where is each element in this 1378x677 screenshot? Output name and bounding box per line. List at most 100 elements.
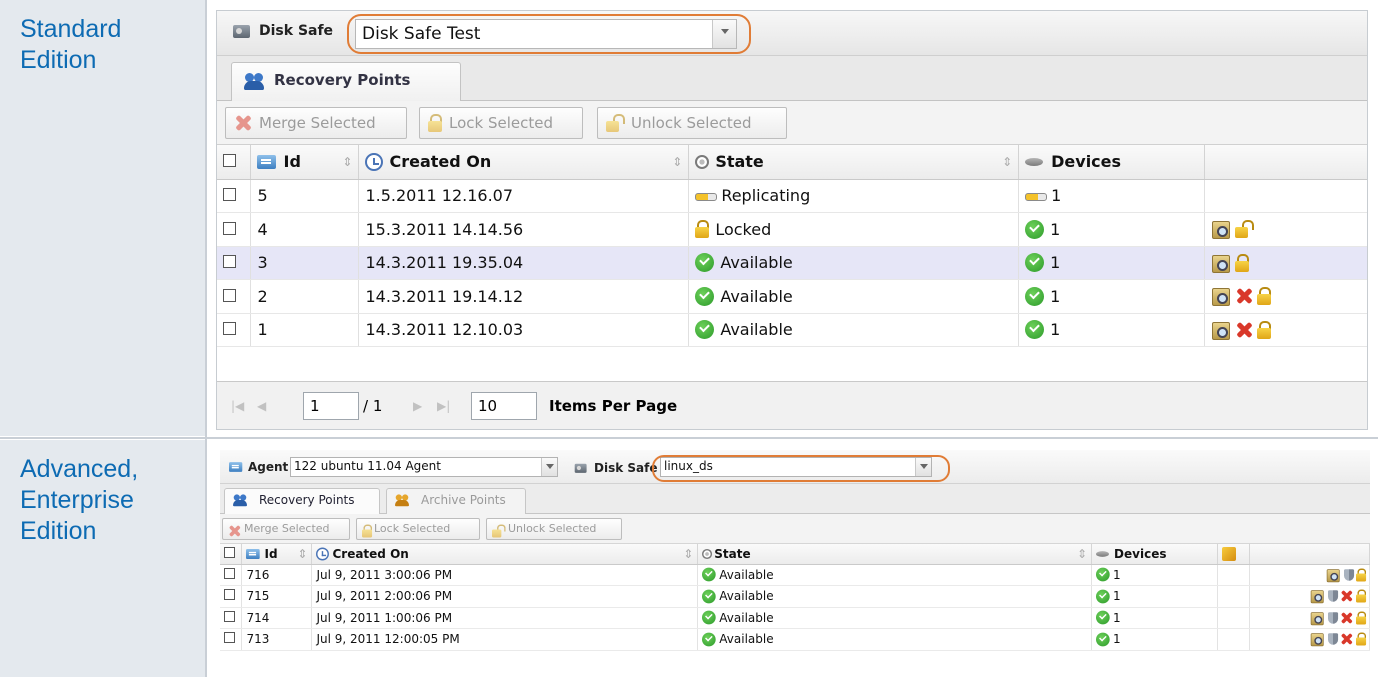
shield-icon[interactable]: [1328, 611, 1339, 624]
unlock-selected-button[interactable]: Unlock Selected: [486, 518, 622, 540]
id-column-header[interactable]: Id ⇕: [241, 544, 313, 565]
browse-icon[interactable]: [1211, 219, 1231, 240]
created-column-header[interactable]: Created On ⇕: [311, 544, 699, 565]
tab-recovery-points[interactable]: Recovery Points: [224, 488, 380, 514]
devices-value: 1: [1113, 610, 1121, 625]
browse-icon[interactable]: [1310, 589, 1324, 604]
state-column-header[interactable]: State ⇕: [697, 544, 1093, 565]
lock-icon[interactable]: [1257, 287, 1272, 306]
row-checkbox[interactable]: [223, 288, 236, 302]
shield-icon[interactable]: [1328, 633, 1339, 646]
row-checkbox-cell[interactable]: [220, 628, 243, 651]
lock-icon[interactable]: [1356, 568, 1367, 582]
devices-column-header[interactable]: Devices: [1018, 145, 1206, 180]
devices-column-header[interactable]: Devices: [1091, 544, 1218, 565]
id-column-header[interactable]: Id ⇕: [250, 145, 360, 180]
select-all-checkbox[interactable]: [224, 546, 235, 558]
row-checkbox-cell[interactable]: [217, 279, 252, 314]
page-number-input[interactable]: 1: [303, 392, 359, 420]
id-cell: 3: [250, 246, 360, 280]
state-column-header[interactable]: State ⇕: [688, 145, 1020, 180]
delete-icon[interactable]: [1340, 633, 1353, 646]
created-cell: Jul 9, 2011 12:00:05 PM: [311, 628, 699, 651]
delete-icon[interactable]: [1340, 611, 1353, 624]
id-value: 715: [246, 589, 270, 604]
tab-archive-points[interactable]: Archive Points: [386, 488, 526, 514]
lock-icon[interactable]: [1356, 589, 1367, 603]
row-checkbox-cell[interactable]: [217, 212, 252, 247]
merge-selected-button[interactable]: Merge Selected: [222, 518, 350, 540]
shield-icon[interactable]: [1344, 568, 1355, 581]
merge-selected-button[interactable]: Merge Selected: [225, 107, 407, 139]
sort-icon: ⇕: [1076, 546, 1088, 561]
created-value: 14.3.2011 19.35.04: [365, 253, 524, 273]
row-checkbox[interactable]: [224, 589, 235, 601]
row-checkbox[interactable]: [224, 610, 235, 622]
row-divider: [0, 437, 1378, 439]
lock-icon[interactable]: [1356, 632, 1367, 646]
row-checkbox-cell[interactable]: [220, 607, 243, 629]
select-all-header[interactable]: [217, 145, 252, 180]
items-per-page-input[interactable]: 10: [471, 392, 537, 420]
select-all-header[interactable]: [220, 544, 243, 565]
table-row[interactable]: 2 14.3.2011 19.14.12 Available 1: [217, 279, 1367, 314]
row-checkbox-cell[interactable]: [220, 564, 243, 586]
first-page-icon[interactable]: |◀: [231, 399, 244, 413]
browse-icon[interactable]: [1326, 568, 1340, 582]
row-checkbox-cell[interactable]: [217, 246, 252, 280]
lock-icon[interactable]: [1235, 253, 1250, 272]
state-cell: Replicating: [688, 179, 1020, 213]
delete-icon[interactable]: [1235, 287, 1253, 305]
created-cell: Jul 9, 2011 1:00:06 PM: [311, 607, 699, 629]
delete-icon[interactable]: [1235, 321, 1253, 339]
devices-value: 1: [1050, 253, 1061, 273]
state-cell: Available: [697, 564, 1093, 586]
agent-label-text: Agent: [248, 460, 289, 474]
table-row[interactable]: 714 Jul 9, 2011 1:00:06 PM Available 1: [220, 607, 1371, 629]
unlock-icon[interactable]: [1235, 220, 1255, 239]
lock-icon[interactable]: [1257, 320, 1272, 339]
tab-recovery-points[interactable]: Recovery Points: [231, 62, 461, 102]
clock-icon: [316, 547, 330, 561]
table-row[interactable]: 713 Jul 9, 2011 12:00:05 PM Available 1: [220, 628, 1371, 651]
table-row[interactable]: 4 15.3.2011 14.14.56 Locked 1: [217, 212, 1367, 247]
table-row[interactable]: 716 Jul 9, 2011 3:00:06 PM Available 1: [220, 564, 1371, 586]
toolbar: Merge Selected Lock Selected Unlock Sele…: [220, 514, 1370, 544]
row-checkbox[interactable]: [224, 632, 235, 644]
table-row[interactable]: 5 1.5.2011 12.16.07 Replicating 1: [217, 179, 1367, 213]
unlock-selected-button[interactable]: Unlock Selected: [597, 107, 787, 139]
actions-column-header: [1204, 145, 1367, 180]
tab-archive-points-label: Archive Points: [421, 493, 506, 507]
lock-selected-button[interactable]: Lock Selected: [356, 518, 480, 540]
row-checkbox[interactable]: [224, 567, 235, 579]
delete-icon[interactable]: [1340, 590, 1353, 603]
row-checkbox[interactable]: [223, 188, 236, 202]
dropdown-arrow-icon[interactable]: [541, 458, 557, 476]
row-checkbox[interactable]: [223, 255, 236, 269]
browse-icon[interactable]: [1211, 320, 1231, 340]
lock-icon[interactable]: [1356, 611, 1367, 625]
row-checkbox-cell[interactable]: [217, 179, 252, 213]
select-all-checkbox[interactable]: [223, 154, 236, 168]
browse-icon[interactable]: [1310, 632, 1324, 647]
lock-selected-button[interactable]: Lock Selected: [419, 107, 583, 139]
browse-icon[interactable]: [1310, 611, 1324, 625]
next-page-icon[interactable]: ▶: [413, 399, 422, 413]
table-row[interactable]: 1 14.3.2011 12.10.03 Available 1: [217, 313, 1367, 347]
advanced-edition-panel: Agent 122 ubuntu 11.04 Agent Disk Safe l…: [220, 450, 1371, 662]
agent-select[interactable]: 122 ubuntu 11.04 Agent: [290, 457, 558, 477]
row-checkbox-cell[interactable]: [220, 585, 243, 608]
created-column-header[interactable]: Created On ⇕: [358, 145, 690, 180]
previous-page-icon[interactable]: ◀: [257, 399, 266, 413]
browse-icon[interactable]: [1211, 253, 1231, 273]
table-row[interactable]: 715 Jul 9, 2011 2:00:06 PM Available 1: [220, 585, 1371, 608]
shield-icon[interactable]: [1328, 590, 1339, 603]
devices-cell: 1: [1018, 246, 1206, 280]
last-page-icon[interactable]: ▶|: [437, 399, 450, 413]
row-checkbox[interactable]: [223, 322, 236, 336]
row-checkbox-cell[interactable]: [217, 313, 252, 347]
devices-cell: 1: [1091, 564, 1218, 586]
row-checkbox[interactable]: [223, 221, 236, 235]
table-row[interactable]: 3 14.3.2011 19.35.04 Available 1: [217, 246, 1367, 280]
browse-icon[interactable]: [1211, 286, 1231, 307]
